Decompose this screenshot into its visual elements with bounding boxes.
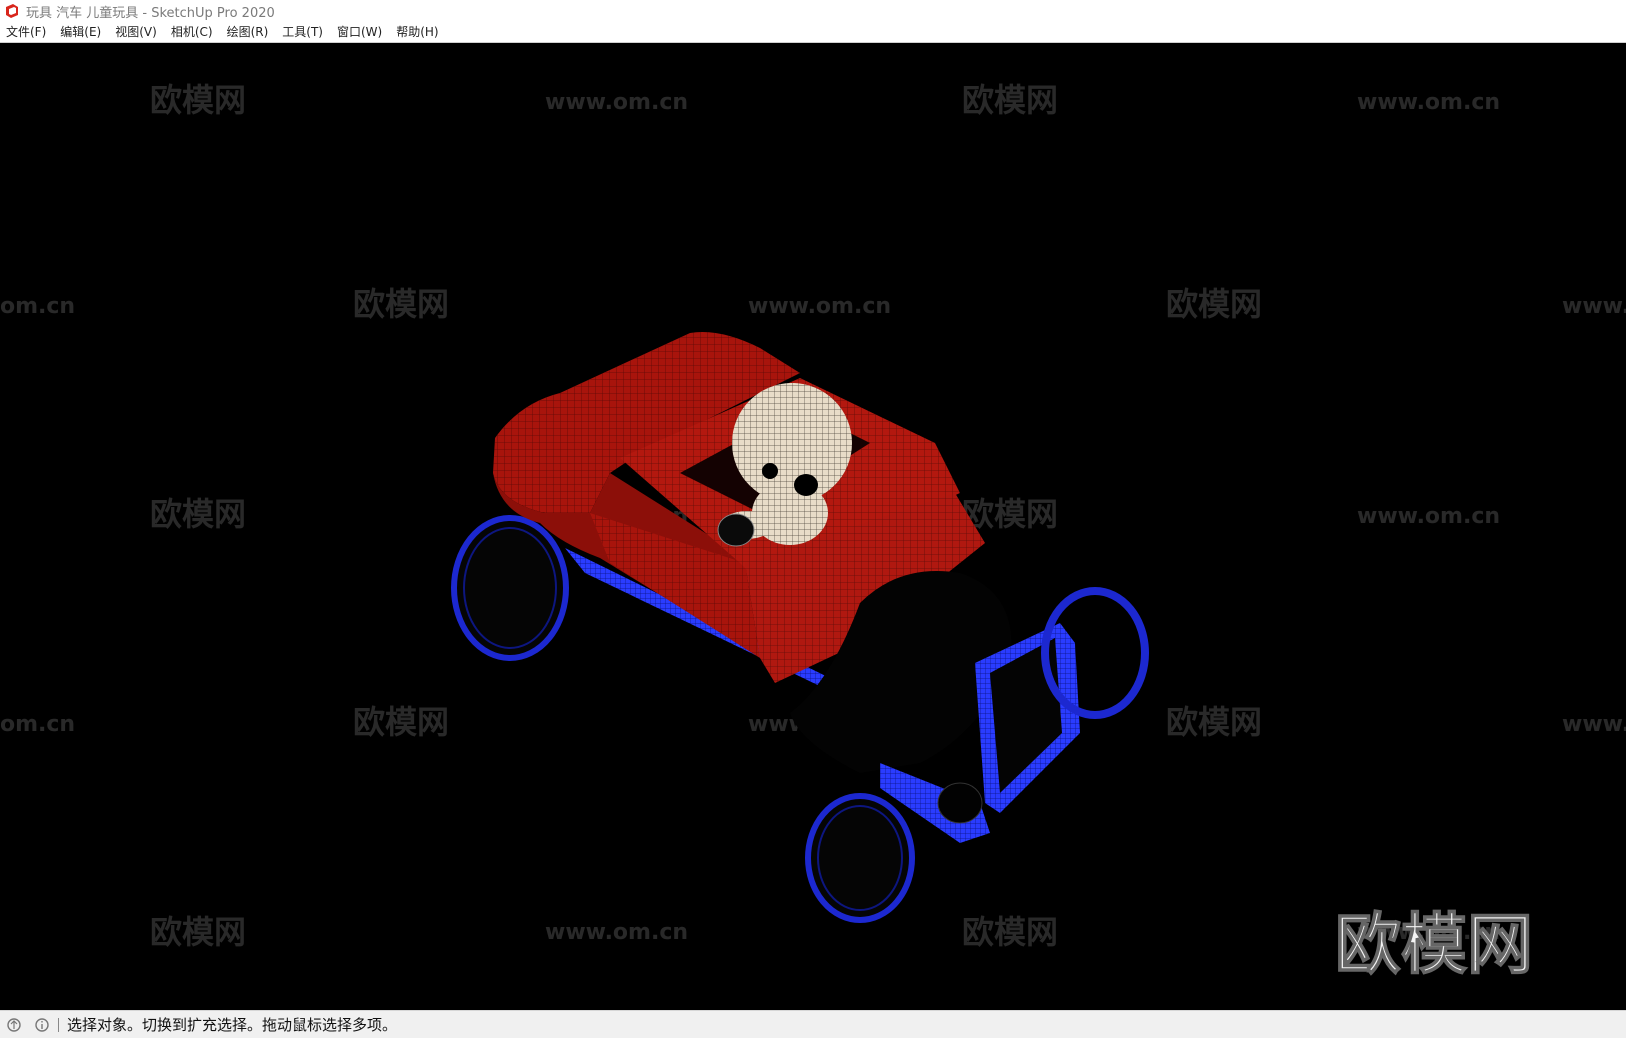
watermark-url-partial: om.cn [0, 294, 75, 319]
watermark-logo: 欧模网 [1166, 285, 1262, 323]
menu-file[interactable]: 文件(F) [0, 22, 53, 42]
watermark-logo: 欧模网 [962, 913, 1058, 951]
watermark-logo: 欧模网 [353, 703, 449, 741]
watermark-row-1: 欧模网 www.om.cn 欧模网 www.om.cn [150, 81, 1500, 119]
watermark-logo: 欧模网 [1166, 703, 1262, 741]
menu-help[interactable]: 帮助(H) [389, 22, 445, 42]
viewport-canvas[interactable]: 欧模网 www.om.cn 欧模网 www.om.cn om.cn 欧模网 ww… [0, 43, 1626, 1010]
menu-window[interactable]: 窗口(W) [330, 22, 389, 42]
menu-camera[interactable]: 相机(C) [164, 22, 220, 42]
brand-logo: 欧模网 [1335, 906, 1533, 983]
watermark-url: www.om.cn [748, 294, 891, 319]
watermark-logo: 欧模网 [150, 913, 246, 951]
menu-view[interactable]: 视图(V) [108, 22, 164, 42]
headlight [937, 782, 983, 824]
info-icon[interactable] [34, 1017, 50, 1033]
watermark-url: www.om.cn [1357, 504, 1500, 529]
status-separator [58, 1017, 59, 1032]
menu-draw[interactable]: 绘图(R) [220, 22, 276, 42]
model-viewport[interactable]: 欧模网 www.om.cn 欧模网 www.om.cn om.cn 欧模网 ww… [0, 43, 1626, 1010]
front-wheel [805, 793, 915, 923]
status-bar: 选择对象。切换到扩充选择。拖动鼠标选择多项。 [0, 1010, 1626, 1038]
watermark-row-2: om.cn 欧模网 www.om.cn 欧模网 www. [0, 285, 1626, 323]
watermark-url-partial: om.cn [0, 712, 75, 737]
watermark-logo: 欧模网 [962, 81, 1058, 119]
sketchup-logo-icon [6, 4, 18, 18]
watermark-url: www.om.cn [545, 90, 688, 115]
watermark-url: www.om.cn [1357, 90, 1500, 115]
watermark-logo: 欧模网 [150, 81, 246, 119]
status-message: 选择对象。切换到扩充选择。拖动鼠标选择多项。 [67, 1016, 398, 1034]
rear-wheel [451, 515, 569, 661]
watermark-row-5: 欧模网 www.om.cn 欧模网 www.om.cn [150, 913, 1500, 951]
watermark-url-partial: www. [1562, 712, 1626, 737]
menu-tools[interactable]: 工具(T) [275, 22, 330, 42]
watermark-logo: 欧模网 [150, 495, 246, 533]
menu-bar: 文件(F) 编辑(E) 视图(V) 相机(C) 绘图(R) 工具(T) 窗口(W… [0, 22, 1626, 43]
menu-edit[interactable]: 编辑(E) [53, 22, 108, 42]
toy-car-model[interactable] [451, 332, 1149, 923]
watermark-logo: 欧模网 [353, 285, 449, 323]
watermark-logo: 欧模网 [962, 495, 1058, 533]
watermark-url: www.om.cn [545, 920, 688, 945]
watermark-url-partial: www. [1562, 294, 1626, 319]
title-bar: 玩具 汽车 儿童玩具 - SketchUp Pro 2020 [0, 0, 1626, 22]
window-title: 玩具 汽车 儿童玩具 - SketchUp Pro 2020 [26, 5, 275, 21]
geo-location-icon[interactable] [6, 1017, 22, 1033]
